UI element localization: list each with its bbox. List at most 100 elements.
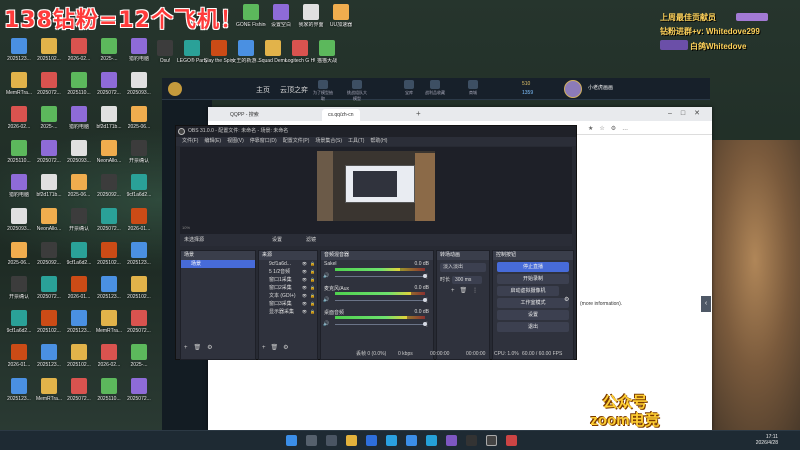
- obs-menu-item[interactable]: 停靠窗口(D): [250, 138, 277, 144]
- store-icon[interactable]: [386, 435, 397, 446]
- desktop-icon[interactable]: 2025-06...: [4, 242, 34, 272]
- visibility-eye-icon[interactable]: 👁: [302, 260, 307, 268]
- top-app-icon[interactable]: LEGO® Party!: [177, 40, 207, 70]
- launcher-tile-5[interactable]: 商城: [462, 80, 484, 98]
- browser-toolbar-icons[interactable]: ★☆⚙…: [588, 125, 634, 132]
- volume-slider[interactable]: [335, 276, 425, 277]
- obs-menu-item[interactable]: 帮助(H): [370, 138, 387, 144]
- desktop-icon[interactable]: 开票确认: [64, 208, 94, 238]
- top-app-icon[interactable]: 设置空白: [266, 4, 296, 34]
- desktop-icon[interactable]: 2025072...: [34, 276, 64, 306]
- desktop-icon[interactable]: 开票确认: [124, 140, 154, 170]
- visibility-eye-icon[interactable]: 👁: [302, 284, 307, 292]
- obs-taskbar-icon[interactable]: [486, 435, 497, 446]
- start-recording-button[interactable]: 开始录制: [497, 274, 569, 284]
- desktop-icon[interactable]: 2026-02...: [64, 38, 94, 68]
- desktop-icon[interactable]: 2025123...: [4, 378, 34, 408]
- desktop-icon[interactable]: 2025072...: [34, 140, 64, 170]
- desktop-icon[interactable]: 2025102...: [124, 276, 154, 306]
- desktop-icon[interactable]: 2025093...: [4, 208, 34, 238]
- desktop-icon[interactable]: 2025102...: [64, 344, 94, 374]
- avatar[interactable]: [564, 80, 582, 98]
- visibility-eye-icon[interactable]: 👁: [302, 292, 307, 300]
- desktop-icon[interactable]: MemRTra...: [34, 378, 64, 408]
- launcher-nav-home[interactable]: 主页: [256, 85, 270, 95]
- transition-select[interactable]: 淡入淡出: [440, 263, 486, 272]
- desktop-icon[interactable]: 2025123...: [94, 276, 124, 306]
- system-clock[interactable]: 17:11 2026/4/28: [756, 434, 778, 446]
- desktop-icon[interactable]: 2025123...: [124, 242, 154, 272]
- volume-slider[interactable]: [335, 300, 425, 301]
- start-button-icon[interactable]: [286, 435, 297, 446]
- desktop-icon[interactable]: 2025092...: [34, 242, 64, 272]
- visibility-eye-icon[interactable]: 👁: [302, 276, 307, 284]
- desktop-icon[interactable]: 2025-06...: [124, 106, 154, 136]
- source-settings-button[interactable]: 设置: [272, 234, 282, 246]
- launcher-tile-3[interactable]: 宝库: [398, 80, 420, 98]
- desktop-icon[interactable]: 2026-01...: [64, 276, 94, 306]
- visibility-eye-icon[interactable]: 👁: [302, 300, 307, 308]
- lock-icon[interactable]: 🔒: [310, 284, 315, 292]
- desktop-icon[interactable]: 2025123...: [34, 344, 64, 374]
- top-app-icon[interactable]: Squad Demo: [258, 40, 288, 70]
- desktop-icon[interactable]: 2025-...: [124, 344, 154, 374]
- speaker-icon[interactable]: 🔊: [323, 321, 329, 327]
- start-virtual-camera-button[interactable]: 启动虚拟摄像机: [497, 286, 559, 296]
- desktop-icon[interactable]: 2025072...: [34, 72, 64, 102]
- desktop-icon[interactable]: MemRTra...: [94, 310, 124, 340]
- stop-streaming-button[interactable]: 停止直播: [497, 262, 569, 272]
- visibility-eye-icon[interactable]: 👁: [302, 308, 307, 316]
- lock-icon[interactable]: 🔒: [310, 276, 315, 284]
- window-controls[interactable]: –□✕: [668, 109, 709, 117]
- app-icon[interactable]: [426, 435, 437, 446]
- chrome-icon[interactable]: [406, 435, 417, 446]
- source-item[interactable]: 9cf1a6d... 👁 🔒: [259, 260, 317, 268]
- source-item[interactable]: 窗口2采集 👁 🔒: [259, 284, 317, 292]
- lock-icon[interactable]: 🔒: [310, 300, 315, 308]
- steam-icon[interactable]: [466, 435, 477, 446]
- desktop-icon[interactable]: 2025072...: [124, 310, 154, 340]
- desktop-icon[interactable]: NeonAllo...: [94, 140, 124, 170]
- desktop-icon[interactable]: 9cf1a6d2...: [64, 242, 94, 272]
- file-explorer-icon[interactable]: [346, 435, 357, 446]
- desktop-icon[interactable]: 2026-01...: [124, 208, 154, 238]
- source-item[interactable]: 窗口3采集 👁 🔒: [259, 300, 317, 308]
- desktop-icon[interactable]: 2026-02...: [94, 344, 124, 374]
- task-view-icon[interactable]: [326, 435, 337, 446]
- speaker-icon[interactable]: 🔊: [323, 297, 329, 303]
- desktop-icon[interactable]: 2025093...: [124, 72, 154, 102]
- source-filters-button[interactable]: 滤镜: [306, 234, 316, 246]
- channel-menu-icon[interactable]: ⋮: [424, 297, 430, 304]
- top-app-icon[interactable]: 我家的界面: [296, 4, 326, 34]
- desktop-icon[interactable]: 9cf1a6d2...: [124, 174, 154, 204]
- volume-slider[interactable]: [335, 324, 425, 325]
- source-item[interactable]: 文本 (GDI+) 👁 🔒: [259, 292, 317, 300]
- obs-menu-item[interactable]: 编辑(E): [204, 138, 221, 144]
- desktop-icon[interactable]: 2025110...: [94, 378, 124, 408]
- desktop-icon[interactable]: 2025-...: [34, 106, 64, 136]
- studio-mode-button[interactable]: 工作室模式: [497, 298, 569, 308]
- desktop-icon[interactable]: 2025072...: [94, 72, 124, 102]
- game-taskbar-icon[interactable]: [506, 435, 517, 446]
- desktop-icon[interactable]: 2025072...: [64, 378, 94, 408]
- desktop-icon[interactable]: 2025072...: [94, 208, 124, 238]
- lock-icon[interactable]: 🔒: [310, 292, 315, 300]
- speaker-icon[interactable]: 🔊: [323, 273, 329, 279]
- desktop-icon[interactable]: bf2d171b...: [94, 106, 124, 136]
- desktop-icon[interactable]: 2025123...: [64, 310, 94, 340]
- new-tab-button[interactable]: +: [416, 109, 421, 118]
- desktop-icon[interactable]: 2026-02...: [4, 106, 34, 136]
- channel-menu-icon[interactable]: ⋮: [424, 273, 430, 280]
- desktop-icon[interactable]: 2025102...: [34, 310, 64, 340]
- desktop-icon[interactable]: bf2d171b...: [34, 174, 64, 204]
- desktop-icon[interactable]: 2025102...: [94, 242, 124, 272]
- browser-tab-1[interactable]: QQPP - 搜索: [224, 109, 265, 121]
- desktop-icon[interactable]: 2025-06...: [64, 174, 94, 204]
- browser-tab-2[interactable]: cs.qq/zh-cn: [322, 109, 360, 121]
- obs-menu-item[interactable]: 视图(V): [227, 138, 244, 144]
- desktop-icon[interactable]: 猎豹电脑: [4, 174, 34, 204]
- obs-menu-item[interactable]: 场景集合(S): [315, 138, 342, 144]
- desktop-icon[interactable]: 2025093...: [64, 140, 94, 170]
- channel-menu-icon[interactable]: ⋮: [424, 321, 430, 328]
- desktop-icon[interactable]: 2025092...: [94, 174, 124, 204]
